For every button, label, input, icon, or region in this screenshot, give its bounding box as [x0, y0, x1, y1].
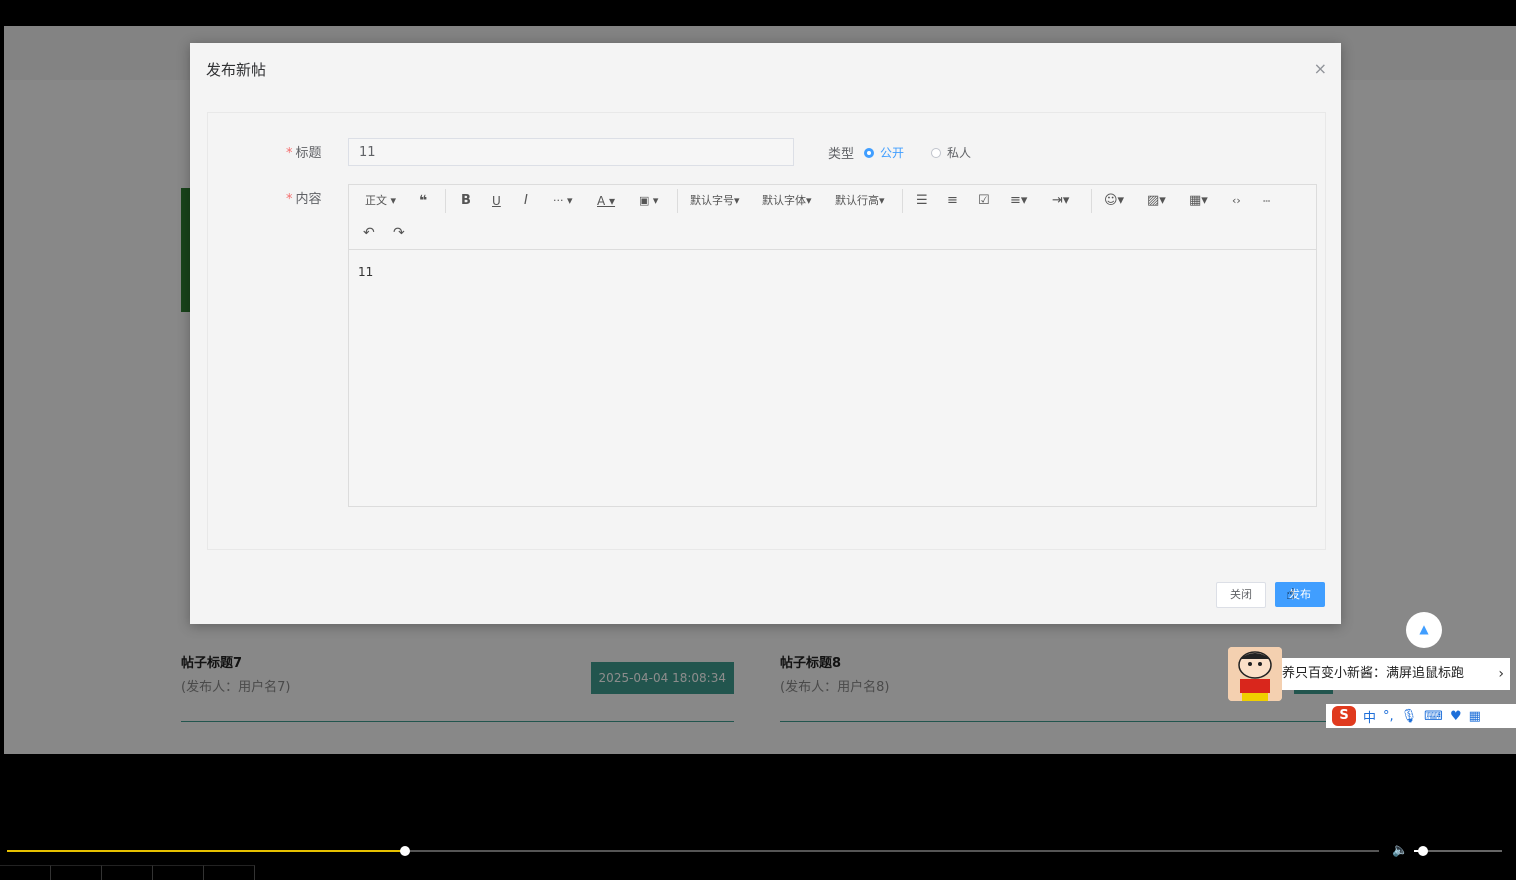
emoji-icon[interactable]: ☺▾	[1104, 193, 1124, 209]
seek-handle[interactable]	[399, 846, 410, 856]
required-mark: *	[286, 146, 293, 161]
radio-public[interactable]: 公开	[864, 144, 904, 161]
video-player-bar: 🔈	[0, 838, 1516, 880]
table-icon[interactable]: ▦▾	[1189, 193, 1208, 209]
font-family-dropdown[interactable]: 默认字体▾	[762, 193, 812, 209]
underline-icon[interactable]: U	[492, 193, 501, 209]
undo-icon[interactable]: ↶	[363, 225, 375, 241]
close-icon[interactable]: ×	[1314, 59, 1327, 78]
image-icon[interactable]: ▨▾	[1147, 193, 1166, 209]
line-height-dropdown[interactable]: 默认行高▾	[835, 193, 885, 209]
control-cell[interactable]	[51, 865, 102, 880]
ime-toolbar[interactable]: S 中 °, 🎙 ⌨ ♥ ▦	[1326, 704, 1516, 728]
volume-icon[interactable]: 🔈	[1392, 843, 1408, 858]
control-cell[interactable]	[102, 865, 153, 880]
microphone-icon[interactable]: 🎙	[1401, 709, 1418, 724]
font-color-icon[interactable]: A ▾	[597, 193, 615, 209]
post-form: *标题 类型 公开 私人 *内容 正文 ▾ ❝ B U I ··· ▾ A ▾ …	[207, 112, 1326, 550]
type-label: 类型	[828, 147, 855, 162]
ime-mode[interactable]: 中	[1363, 707, 1376, 726]
content-label-text: 内容	[295, 192, 322, 207]
redo-icon[interactable]: ↷	[393, 225, 405, 241]
quote-icon[interactable]: ❝	[419, 193, 427, 209]
more-icon[interactable]: ··· ▾	[553, 193, 573, 209]
dialog-title: 发布新帖	[206, 61, 267, 79]
ime-punct[interactable]: °,	[1383, 709, 1394, 724]
editor-toolbar: 正文 ▾ ❝ B U I ··· ▾ A ▾ ▣ ▾ 默认字号▾ 默认字体▾ 默…	[349, 185, 1316, 250]
separator	[445, 189, 446, 213]
bold-icon[interactable]: B	[461, 193, 471, 209]
control-cell[interactable]	[204, 865, 255, 880]
radio-private-label: 私人	[947, 146, 972, 160]
indent-icon[interactable]: ⇥▾	[1052, 193, 1069, 209]
radio-dot	[931, 147, 941, 158]
radio-private[interactable]: 私人	[931, 144, 971, 161]
skin-icon[interactable]: ♥	[1450, 709, 1462, 724]
notification-popup[interactable]: 养只百变小新酱：满屏追鼠标跑 ›	[1228, 647, 1512, 705]
close-button[interactable]: 关闭	[1216, 582, 1266, 608]
seek-progress	[7, 850, 405, 852]
content-label: * 内容	[286, 188, 322, 207]
numbered-list-icon[interactable]: ≡	[947, 193, 958, 209]
background-color-icon[interactable]: ▣ ▾	[639, 193, 658, 209]
title-label-text: 标题	[295, 146, 322, 161]
title-input[interactable]	[348, 138, 794, 166]
radio-dot	[864, 147, 874, 158]
italic-icon[interactable]: I	[524, 193, 528, 209]
chevron-right-icon[interactable]: ›	[1498, 658, 1504, 690]
apps-icon[interactable]: ▦	[1469, 709, 1481, 724]
code-icon[interactable]: ‹›	[1232, 193, 1241, 209]
caret-up-icon: ▲	[1419, 622, 1429, 636]
player-controls	[0, 865, 1516, 880]
notification-text[interactable]: 养只百变小新酱：满屏追鼠标跑 ›	[1274, 658, 1510, 690]
radio-public-label: 公开	[880, 146, 905, 160]
paragraph-dropdown[interactable]: 正文 ▾	[365, 193, 396, 209]
back-to-top-button[interactable]: ▲	[1406, 612, 1442, 648]
required-mark: *	[286, 192, 293, 207]
volume-handle[interactable]	[1417, 846, 1428, 856]
font-size-dropdown[interactable]: 默认字号▾	[690, 193, 740, 209]
control-cell[interactable]	[0, 865, 51, 880]
hand-cursor-icon: ☝	[1286, 585, 1296, 603]
rich-text-editor[interactable]: 正文 ▾ ❝ B U I ··· ▾ A ▾ ▣ ▾ 默认字号▾ 默认字体▾ 默…	[348, 184, 1317, 507]
cartoon-avatar	[1228, 647, 1282, 701]
separator	[902, 189, 903, 213]
control-cell[interactable]	[153, 865, 204, 880]
divider-icon[interactable]: ┄	[1263, 193, 1270, 209]
sogou-logo-icon: S	[1332, 706, 1356, 726]
separator	[677, 189, 678, 213]
align-icon[interactable]: ≡▾	[1010, 193, 1027, 209]
bullet-list-icon[interactable]: ☰	[916, 193, 928, 209]
todo-icon[interactable]: ☑	[978, 193, 990, 209]
new-post-dialog: 发布新帖 × *标题 类型 公开 私人 *内容 正文 ▾ ❝ B U I ···…	[190, 43, 1341, 624]
keyboard-icon[interactable]: ⌨	[1424, 709, 1443, 724]
title-label: * 标题	[286, 142, 322, 161]
separator	[1091, 189, 1092, 213]
editor-content[interactable]: 11	[358, 265, 373, 279]
notification-message: 养只百变小新酱：满屏追鼠标跑	[1282, 666, 1465, 681]
publish-button[interactable]: 发布	[1275, 582, 1325, 607]
